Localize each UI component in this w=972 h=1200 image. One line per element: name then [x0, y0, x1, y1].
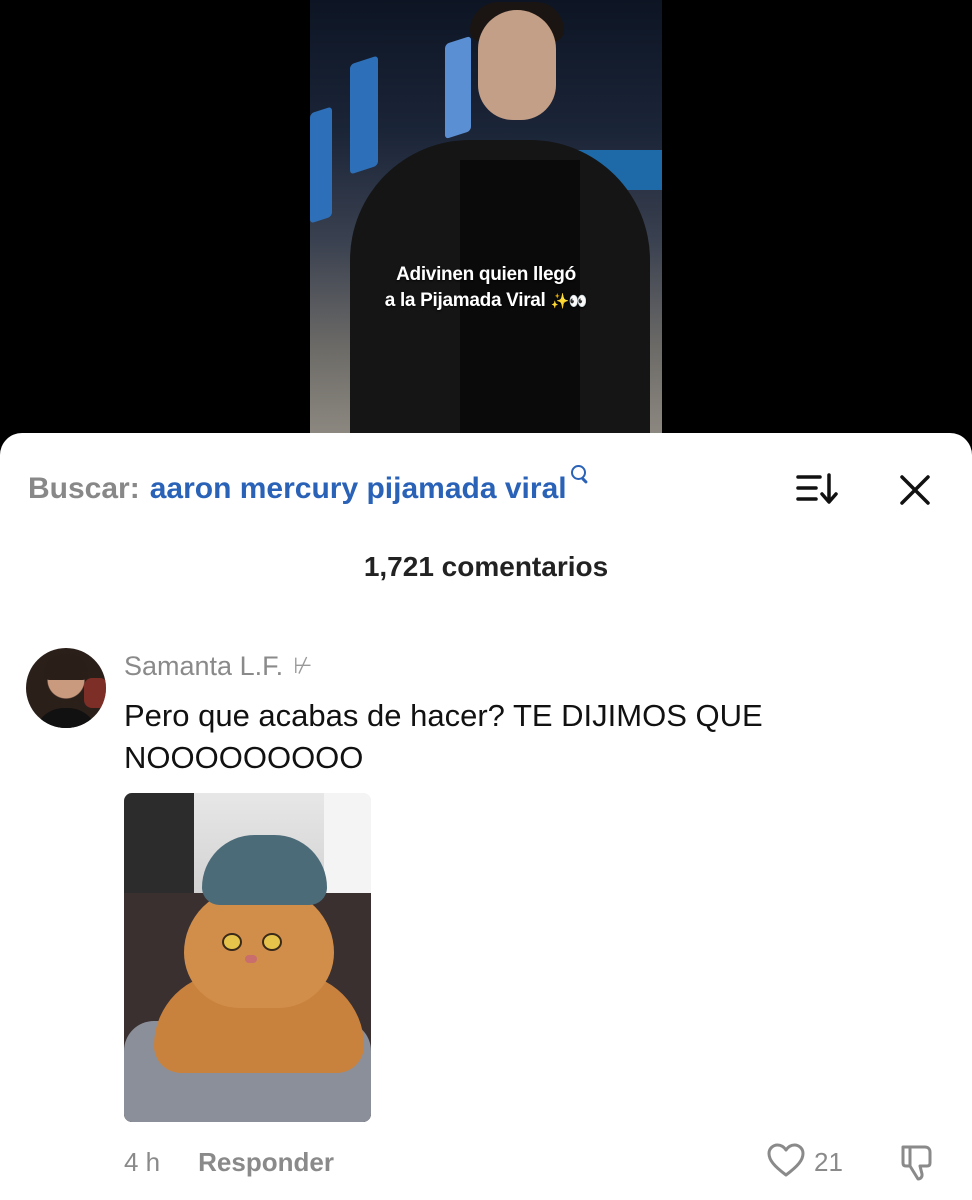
comments-sheet: Buscar: aaron mercury pijamada viral 1,7… [0, 433, 972, 1200]
background-flag [350, 55, 378, 175]
video-player[interactable]: Adivinen quien llegó a la Pijamada Viral… [0, 0, 972, 440]
search-prefix-label: Buscar: [28, 472, 140, 505]
background-flag [445, 35, 471, 140]
comment-timestamp: 4 h [124, 1147, 161, 1177]
relation-icon: ⊬ [293, 654, 313, 679]
heart-icon[interactable] [766, 1141, 806, 1181]
comment-text: Pero que acabas de hacer? TE DIJIMOS QUE… [124, 698, 763, 775]
video-caption-line2-text: a la Pijamada Viral [384, 290, 546, 311]
comment-search-bar[interactable]: Buscar: aaron mercury pijamada viral [28, 465, 589, 509]
video-caption: Adivinen quien llegó a la Pijamada Viral… [310, 262, 662, 314]
like-count: 21 [814, 1147, 843, 1177]
sort-icon[interactable] [794, 469, 840, 509]
search-query-link[interactable]: aaron mercury pijamada viral [150, 472, 567, 506]
comment-image[interactable] [124, 793, 371, 1122]
comment-meta: 4 h Responder [124, 1147, 334, 1178]
video-person-head [478, 10, 556, 120]
video-frame[interactable]: Adivinen quien llegó a la Pijamada Viral… [310, 0, 662, 440]
sparkle-eyes-emoji: ✨👀 [550, 292, 588, 310]
reply-button[interactable]: Responder [198, 1147, 334, 1178]
avatar[interactable] [26, 648, 106, 728]
comment-author-row: Samanta L.F. ⊬ [124, 651, 312, 682]
thumbs-down-icon[interactable] [897, 1141, 939, 1183]
background-flag [310, 106, 332, 224]
comment-username[interactable]: Samanta L.F. [124, 651, 283, 682]
close-icon[interactable] [894, 469, 936, 511]
video-caption-line2: a la Pijamada Viral ✨👀 [310, 288, 662, 314]
comment-count: 1,721 comentarios [363, 551, 609, 582]
video-caption-line1: Adivinen quien llegó [396, 264, 576, 285]
search-icon[interactable] [569, 463, 589, 487]
